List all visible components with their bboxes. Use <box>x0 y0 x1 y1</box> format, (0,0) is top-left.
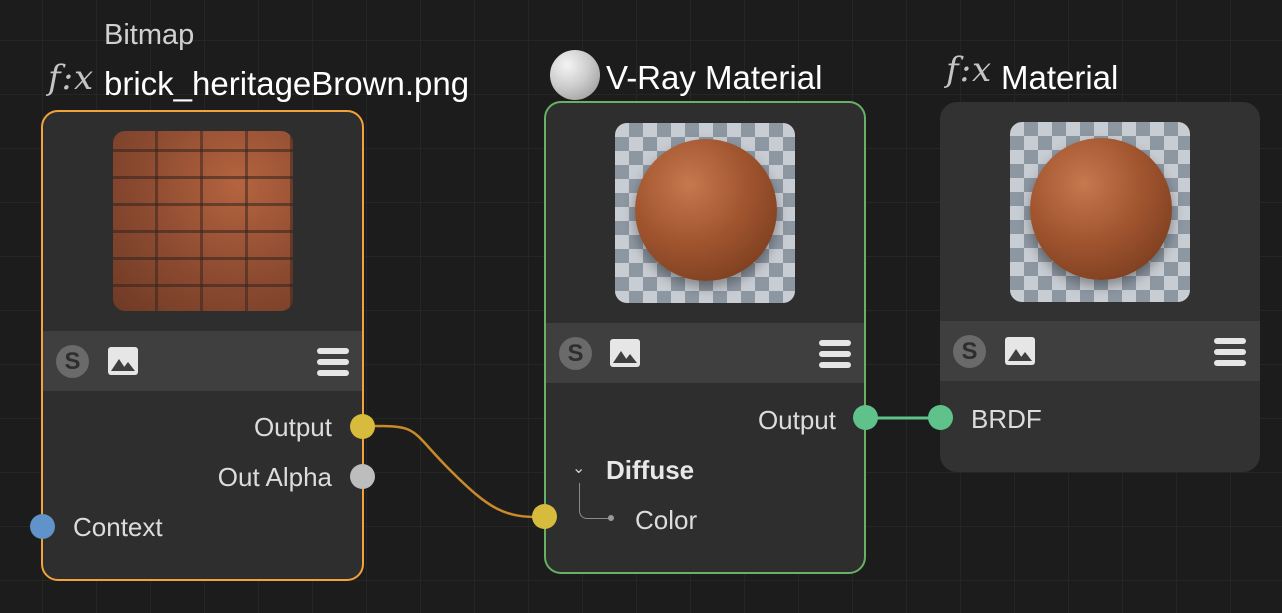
wire-bitmap-output-to-diffuse-color[interactable] <box>373 424 545 519</box>
out-alpha-port-label: Out Alpha <box>217 462 332 492</box>
bitmap-context-port[interactable] <box>30 514 55 539</box>
menu-icon[interactable] <box>819 340 851 368</box>
node-toolbar: S <box>546 323 864 383</box>
bitmap-out-alpha-port[interactable] <box>350 464 375 489</box>
sphere-icon <box>550 50 600 100</box>
diffuse-group-label[interactable]: Diffuse <box>606 455 694 486</box>
vray-material-node[interactable]: S Output ⌄ Diffuse Color <box>544 101 866 574</box>
output-port-label: Output <box>253 412 332 442</box>
tree-connector <box>579 483 610 519</box>
fx-icon: f:x <box>946 50 993 90</box>
fx-icon: f:x <box>48 58 95 98</box>
bitmap-node-title[interactable]: brick_heritageBrown.png <box>104 65 469 103</box>
color-port-label: Color <box>635 505 698 535</box>
material-node-title[interactable]: Material <box>1001 59 1118 97</box>
tree-dot <box>608 515 614 521</box>
vray-diffuse-color-port[interactable] <box>532 504 557 529</box>
menu-icon[interactable] <box>317 348 349 376</box>
context-port-label: Context <box>73 512 163 542</box>
material-brdf-port[interactable] <box>928 405 953 430</box>
vray-node-title[interactable]: V-Ray Material <box>606 59 822 97</box>
material-node[interactable]: S BRDF <box>940 102 1260 472</box>
bitmap-type-label: Bitmap <box>104 19 195 51</box>
brdf-port-label: BRDF <box>971 404 1042 434</box>
chevron-down-icon[interactable]: ⌄ <box>572 458 585 478</box>
bitmap-node[interactable]: S Output Out Alpha Context <box>41 110 364 581</box>
node-toolbar: S <box>940 321 1260 381</box>
brick-texture-thumbnail <box>113 131 293 311</box>
menu-icon[interactable] <box>1214 338 1246 366</box>
image-icon[interactable] <box>610 339 640 367</box>
s-icon[interactable]: S <box>56 345 89 378</box>
material-preview-thumbnail <box>1010 122 1190 302</box>
vray-output-port[interactable] <box>853 405 878 430</box>
image-icon[interactable] <box>108 347 138 375</box>
image-icon[interactable] <box>1005 337 1035 365</box>
s-icon[interactable]: S <box>559 337 592 370</box>
output-port-label: Output <box>757 405 836 435</box>
node-toolbar: S <box>43 331 362 391</box>
material-preview-thumbnail <box>615 123 795 303</box>
bitmap-output-port[interactable] <box>350 414 375 439</box>
s-icon[interactable]: S <box>953 335 986 368</box>
